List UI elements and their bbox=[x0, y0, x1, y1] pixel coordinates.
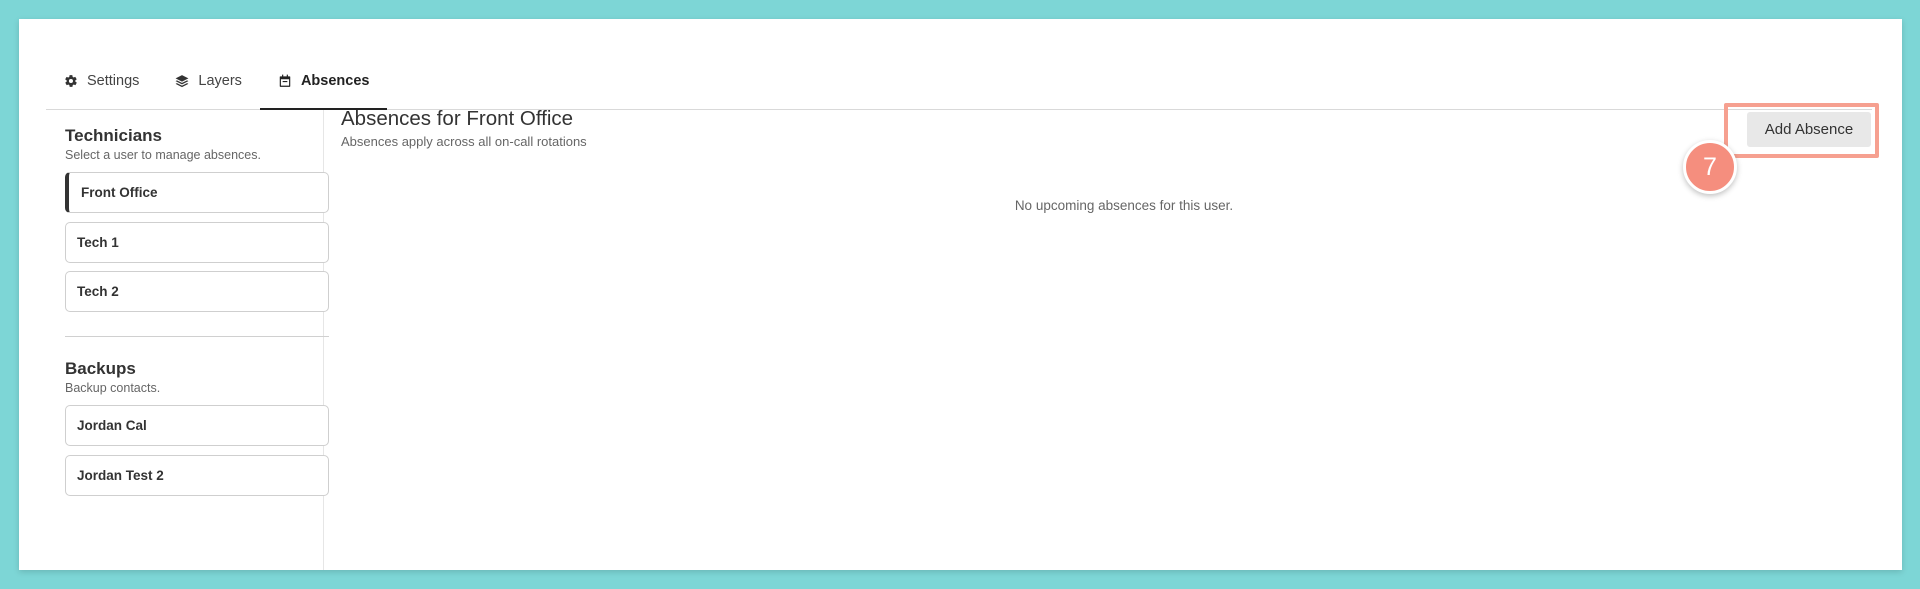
empty-state-message: No upcoming absences for this user. bbox=[1014, 198, 1234, 213]
user-item-jordan-test-2[interactable]: Jordan Test 2 bbox=[65, 455, 329, 496]
tab-layers-label: Layers bbox=[198, 73, 242, 89]
gear-icon bbox=[65, 75, 77, 87]
page-title: Absences for Front Office bbox=[341, 107, 574, 130]
tab-absences-label: Absences bbox=[300, 72, 370, 89]
tab-layers[interactable]: Layers bbox=[157, 53, 260, 109]
user-list-panel: Technicians Select a user to manage abse… bbox=[46, 110, 329, 570]
section-divider bbox=[65, 336, 329, 337]
layers-icon bbox=[175, 75, 189, 88]
tab-bar: Settings Layers Absences bbox=[46, 53, 1872, 110]
backups-title: Backups bbox=[65, 359, 136, 378]
technicians-subtitle: Select a user to manage absences. bbox=[65, 148, 261, 162]
user-item-front-office[interactable]: Front Office bbox=[65, 172, 329, 213]
tab-settings[interactable]: Settings bbox=[46, 53, 157, 109]
tab-absences[interactable]: Absences bbox=[259, 53, 388, 110]
calendar-icon bbox=[279, 74, 291, 87]
user-item-tech-2[interactable]: Tech 2 bbox=[65, 271, 329, 312]
technicians-title: Technicians bbox=[65, 126, 162, 145]
user-item-jordan-cal[interactable]: Jordan Cal bbox=[65, 405, 329, 446]
tab-settings-label: Settings bbox=[87, 73, 140, 89]
backups-subtitle: Backup contacts. bbox=[65, 381, 161, 395]
user-item-tech-1[interactable]: Tech 1 bbox=[65, 222, 329, 263]
highlight-box bbox=[1724, 103, 1879, 158]
step-badge: 7 bbox=[1683, 140, 1737, 194]
page-subtitle: Absences apply across all on-call rotati… bbox=[341, 134, 587, 149]
main-card: Settings Layers Absences Technicians Sel… bbox=[19, 19, 1902, 570]
